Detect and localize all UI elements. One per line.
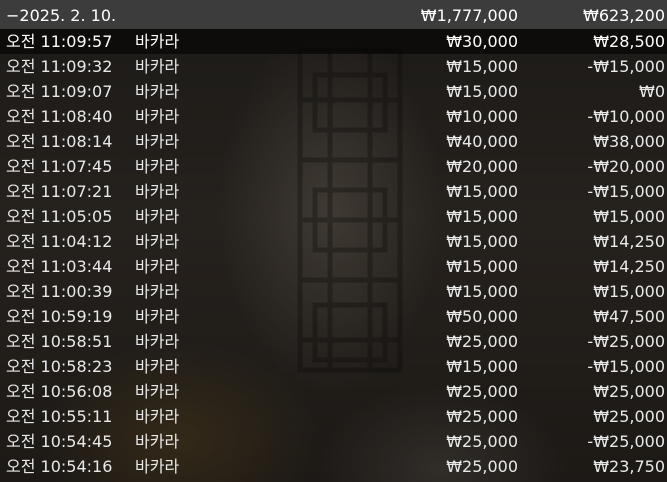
bet-history-panel: −2025. 2. 10. ₩1,777,000 ₩623,200 오전 11:…: [0, 0, 667, 482]
table-row[interactable]: 오전 10:56:08 바카라 ₩25,000 ₩25,000: [0, 379, 667, 404]
table-row[interactable]: 오전 10:55:11 바카라 ₩25,000 ₩25,000: [0, 404, 667, 429]
row-game: 바카라: [135, 57, 180, 76]
row-game: 바카라: [135, 282, 180, 301]
row-time: 오전 11:07:45: [6, 157, 113, 176]
table-row[interactable]: 오전 10:59:19 바카라 ₩50,000 ₩47,500: [0, 304, 667, 329]
total-win: ₩623,200: [583, 6, 665, 25]
total-bet: ₩1,777,000: [420, 6, 518, 25]
row-game: 바카라: [135, 357, 180, 376]
row-result: -₩25,000: [587, 432, 665, 451]
row-time: 오전 11:09:57: [6, 32, 113, 51]
date-label: −2025. 2. 10.: [6, 6, 117, 25]
row-result: ₩28,500: [593, 32, 665, 51]
table-row[interactable]: 오전 11:08:40 바카라 ₩10,000 -₩10,000: [0, 104, 667, 129]
row-bet: ₩25,000: [446, 457, 518, 476]
table-row[interactable]: 오전 11:09:57 바카라 ₩30,000 ₩28,500: [0, 29, 667, 54]
row-bet: ₩15,000: [446, 282, 518, 301]
row-bet: ₩15,000: [446, 257, 518, 276]
row-result: -₩20,000: [587, 157, 665, 176]
row-time: 오전 11:00:39: [6, 282, 113, 301]
row-game: 바카라: [135, 32, 180, 51]
row-bet: ₩25,000: [446, 407, 518, 426]
table-row[interactable]: 오전 10:54:16 바카라 ₩25,000 ₩23,750: [0, 454, 667, 479]
row-result: ₩47,500: [593, 307, 665, 326]
table-row[interactable]: 오전 11:09:07 바카라 ₩15,000 ₩0: [0, 79, 667, 104]
row-result: ₩14,250: [593, 257, 665, 276]
row-time: 오전 11:09:32: [6, 57, 113, 76]
row-result: ₩14,250: [593, 232, 665, 251]
row-time: 오전 11:07:21: [6, 182, 113, 201]
history-table: −2025. 2. 10. ₩1,777,000 ₩623,200 오전 11:…: [0, 0, 667, 479]
row-result: -₩15,000: [587, 57, 665, 76]
table-row[interactable]: 오전 10:58:23 바카라 ₩15,000 -₩15,000: [0, 354, 667, 379]
row-game: 바카라: [135, 157, 180, 176]
row-bet: ₩15,000: [446, 207, 518, 226]
row-result: ₩15,000: [593, 207, 665, 226]
row-time: 오전 10:54:45: [6, 432, 113, 451]
row-bet: ₩25,000: [446, 382, 518, 401]
row-time: 오전 11:05:05: [6, 207, 113, 226]
table-row[interactable]: 오전 11:04:12 바카라 ₩15,000 ₩14,250: [0, 229, 667, 254]
row-game: 바카라: [135, 232, 180, 251]
row-game: 바카라: [135, 182, 180, 201]
row-result: ₩25,000: [593, 407, 665, 426]
table-row[interactable]: 오전 10:58:51 바카라 ₩25,000 -₩25,000: [0, 329, 667, 354]
row-bet: ₩15,000: [446, 182, 518, 201]
row-game: 바카라: [135, 207, 180, 226]
row-bet: ₩30,000: [446, 32, 518, 51]
row-bet: ₩40,000: [446, 132, 518, 151]
table-row[interactable]: 오전 11:03:44 바카라 ₩15,000 ₩14,250: [0, 254, 667, 279]
row-time: 오전 10:56:08: [6, 382, 113, 401]
row-bet: ₩15,000: [446, 57, 518, 76]
row-game: 바카라: [135, 432, 180, 451]
date-summary-row[interactable]: −2025. 2. 10. ₩1,777,000 ₩623,200: [0, 0, 667, 29]
row-bet: ₩25,000: [446, 332, 518, 351]
table-row[interactable]: 오전 11:07:21 바카라 ₩15,000 -₩15,000: [0, 179, 667, 204]
table-row[interactable]: 오전 11:00:39 바카라 ₩15,000 ₩15,000: [0, 279, 667, 304]
row-result: -₩15,000: [587, 357, 665, 376]
row-game: 바카라: [135, 132, 180, 151]
row-result: ₩15,000: [593, 282, 665, 301]
table-row[interactable]: 오전 11:08:14 바카라 ₩40,000 ₩38,000: [0, 129, 667, 154]
row-result: ₩23,750: [593, 457, 665, 476]
table-row[interactable]: 오전 10:54:45 바카라 ₩25,000 -₩25,000: [0, 429, 667, 454]
table-row[interactable]: 오전 11:07:45 바카라 ₩20,000 -₩20,000: [0, 154, 667, 179]
row-game: 바카라: [135, 407, 180, 426]
row-result: ₩0: [639, 82, 665, 101]
row-time: 오전 10:58:51: [6, 332, 113, 351]
row-game: 바카라: [135, 332, 180, 351]
row-result: -₩10,000: [587, 107, 665, 126]
row-game: 바카라: [135, 107, 180, 126]
row-time: 오전 10:54:16: [6, 457, 113, 476]
table-row[interactable]: 오전 11:09:32 바카라 ₩15,000 -₩15,000: [0, 54, 667, 79]
row-game: 바카라: [135, 307, 180, 326]
row-game: 바카라: [135, 457, 180, 476]
row-time: 오전 10:58:23: [6, 357, 113, 376]
row-time: 오전 11:09:07: [6, 82, 113, 101]
row-bet: ₩15,000: [446, 232, 518, 251]
row-time: 오전 11:03:44: [6, 257, 113, 276]
row-game: 바카라: [135, 382, 180, 401]
row-time: 오전 11:08:14: [6, 132, 113, 151]
row-game: 바카라: [135, 82, 180, 101]
row-result: ₩38,000: [593, 132, 665, 151]
row-time: 오전 10:55:11: [6, 407, 113, 426]
row-game: 바카라: [135, 257, 180, 276]
row-time: 오전 10:59:19: [6, 307, 113, 326]
row-bet: ₩20,000: [446, 157, 518, 176]
row-result: -₩15,000: [587, 182, 665, 201]
row-bet: ₩25,000: [446, 432, 518, 451]
row-bet: ₩10,000: [446, 107, 518, 126]
row-time: 오전 11:04:12: [6, 232, 113, 251]
row-time: 오전 11:08:40: [6, 107, 113, 126]
row-bet: ₩15,000: [446, 82, 518, 101]
table-row[interactable]: 오전 11:05:05 바카라 ₩15,000 ₩15,000: [0, 204, 667, 229]
row-result: -₩25,000: [587, 332, 665, 351]
row-bet: ₩15,000: [446, 357, 518, 376]
row-result: ₩25,000: [593, 382, 665, 401]
row-bet: ₩50,000: [446, 307, 518, 326]
